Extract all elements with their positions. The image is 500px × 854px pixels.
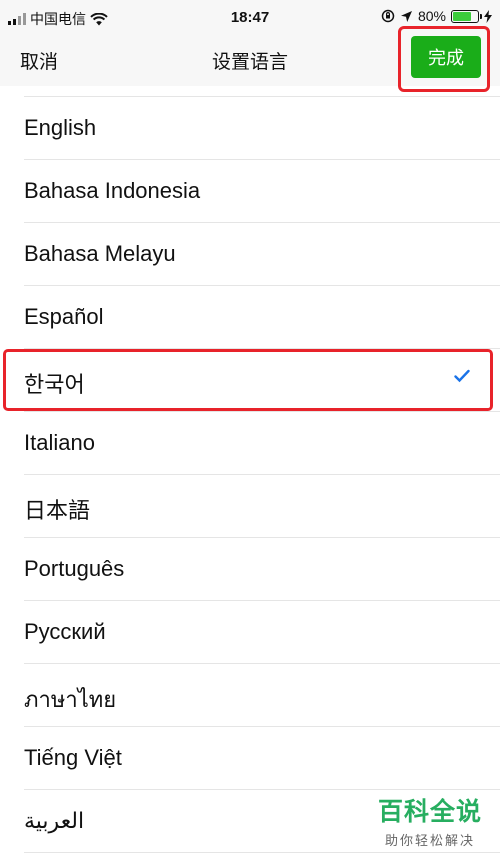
language-item-label: Español <box>24 304 104 329</box>
language-item[interactable]: ภาษาไทย <box>0 664 500 727</box>
watermark-title: 百科全说 <box>378 798 483 826</box>
language-item-label: English <box>24 115 97 140</box>
watermark: 百科全说 助你轻松解决 <box>378 792 482 849</box>
language-item[interactable]: Italiano <box>0 412 500 475</box>
list-top-spacer <box>0 86 500 97</box>
watermark-subtitle: 助你轻松解决 <box>385 833 476 848</box>
language-item[interactable]: English <box>0 97 500 160</box>
status-right: 80% <box>381 8 492 24</box>
language-item[interactable]: Tiếng Việt <box>0 727 500 790</box>
battery-percent: 80% <box>417 8 446 24</box>
orientation-lock-icon <box>381 9 395 23</box>
done-button[interactable]: 完成 <box>411 36 481 78</box>
battery-icon <box>451 9 482 23</box>
language-item[interactable]: Русский <box>0 601 500 664</box>
language-list: English Bahasa Indonesia Bahasa Melayu Espa… <box>0 86 500 853</box>
language-item[interactable]: Bahasa Melayu <box>0 223 500 286</box>
row-divider <box>24 852 500 853</box>
language-item-label: 日本語 <box>24 498 91 523</box>
selected-highlight-box <box>3 349 493 411</box>
language-item-label: Português <box>24 556 125 581</box>
language-item-label: ภาษาไทย <box>24 687 117 712</box>
language-item-label: Bahasa Melayu <box>24 241 176 266</box>
language-item-label: Italiano <box>24 430 95 455</box>
language-item-label: العربية <box>24 808 85 833</box>
language-item[interactable]: Español <box>0 286 500 349</box>
charging-icon <box>484 9 492 23</box>
language-item[interactable]: Português <box>0 538 500 601</box>
language-item-label: Tiếng Việt <box>24 745 122 770</box>
language-item-label: Русский <box>24 619 106 644</box>
location-icon <box>400 10 412 22</box>
language-item-label: Bahasa Indonesia <box>24 178 201 203</box>
language-item[interactable]: Bahasa Indonesia <box>0 160 500 223</box>
language-item[interactable]: 日本語 <box>0 475 500 538</box>
